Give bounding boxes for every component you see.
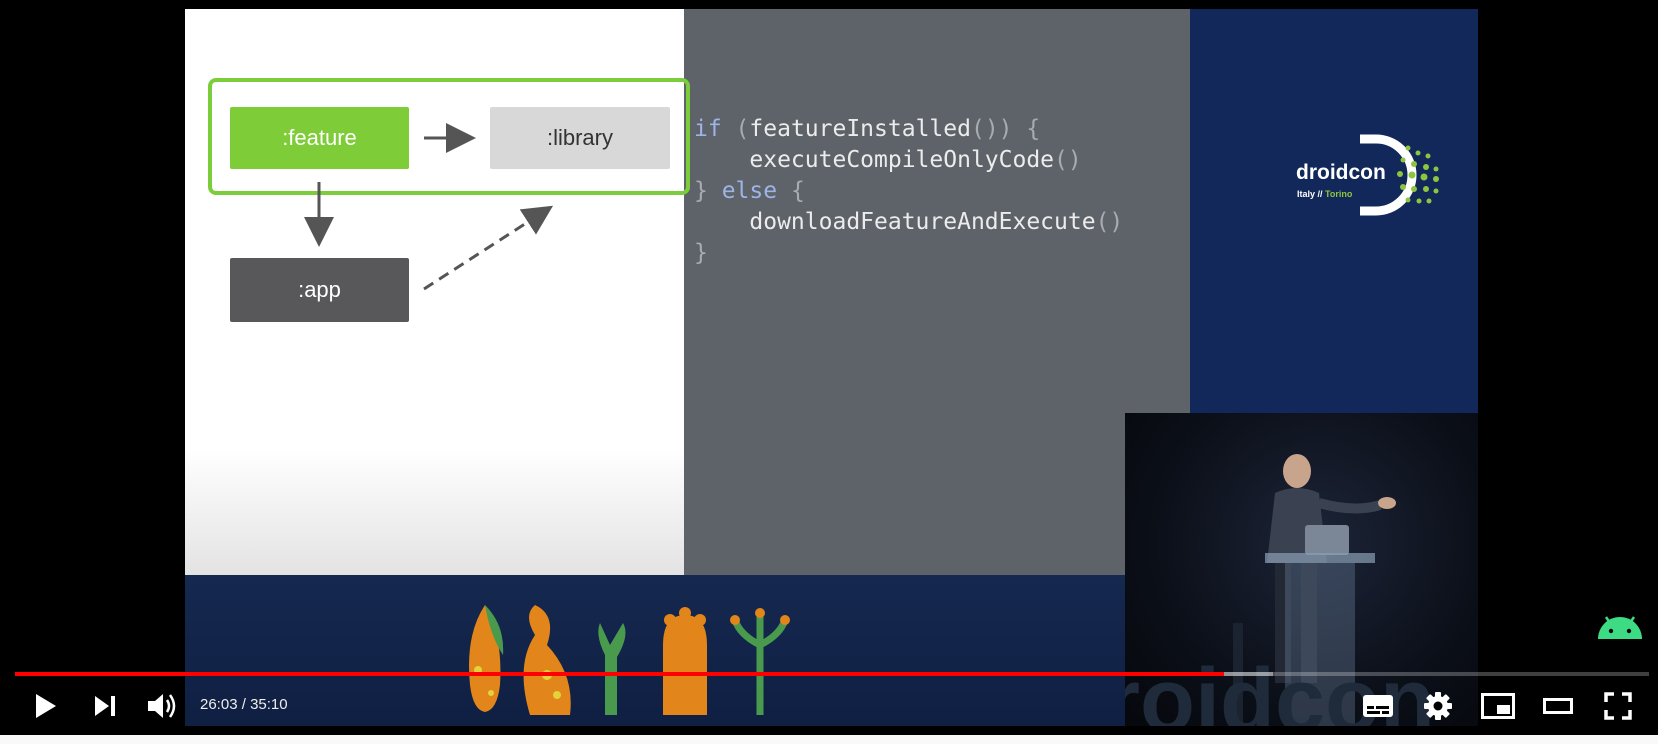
play-icon: [36, 694, 56, 718]
video-frame[interactable]: roidcon :feature:library:app if (featu…: [0, 0, 1658, 726]
theater-icon: [1543, 698, 1573, 714]
time-display: 26:03 / 35:10: [200, 696, 288, 713]
app-to-library-dashed-arrow: [423, 205, 554, 291]
dependency-arrows: [304, 123, 554, 291]
current-time: 26:03: [200, 696, 238, 713]
settings-button[interactable]: [1420, 688, 1456, 724]
brand-name: droidcon: [1296, 161, 1386, 184]
volume-button[interactable]: [145, 688, 181, 724]
progress-played: [15, 672, 1224, 676]
speaker-image: roidcon: [1105, 454, 1435, 726]
fullscreen-button[interactable]: [1600, 688, 1636, 724]
mascots-illustration: [469, 605, 790, 715]
duration: 35:10: [250, 696, 288, 713]
play-button[interactable]: [27, 688, 63, 724]
subtitles-icon: [1363, 695, 1393, 717]
android-watermark: [1596, 612, 1644, 645]
theater-mode-button[interactable]: [1540, 688, 1576, 724]
brand-panel: [1190, 9, 1478, 413]
fullscreen-icon: [1604, 692, 1632, 720]
stage-camera-feed: roidcon: [1105, 413, 1478, 726]
next-button[interactable]: [87, 688, 123, 724]
code-snippet: if (featureInstalled()) { executeCompile…: [694, 116, 1124, 266]
mascot-banner: [185, 575, 1125, 726]
miniplayer-icon: [1481, 693, 1515, 719]
android-icon: [1598, 616, 1642, 639]
brand-location: Italy // Torino: [1297, 189, 1353, 199]
droidcon-logo-icon: [1360, 134, 1439, 216]
miniplayer-button[interactable]: [1480, 688, 1516, 724]
volume-icon: [148, 694, 176, 718]
subtitles-button[interactable]: [1360, 688, 1396, 724]
page-bottom-strip: [0, 735, 1658, 744]
gear-icon: [1424, 692, 1452, 720]
next-icon: [95, 696, 115, 716]
video-content: roidcon :feature:library:app if (featu…: [0, 9, 1658, 726]
slide-code-panel: [684, 9, 1190, 575]
progress-buffered: [1224, 672, 1273, 676]
